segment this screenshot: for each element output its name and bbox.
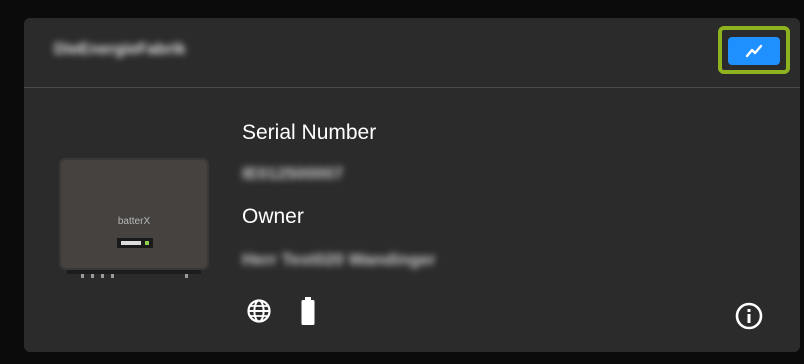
- owner-value: Herr Test020 Wandinger: [242, 250, 436, 269]
- info-icon[interactable]: [734, 301, 764, 331]
- inverter-image: batterX: [57, 158, 211, 280]
- device-brand: batterX: [118, 216, 151, 227]
- card-header: DieEnergieFabrik: [24, 18, 800, 88]
- battery-icon: [301, 297, 315, 325]
- chart-button[interactable]: [728, 37, 780, 65]
- chart-icon: [745, 44, 763, 58]
- station-card: DieEnergieFabrik batterX Serial Number I…: [24, 18, 800, 352]
- serial-number-label: Serial Number: [242, 121, 377, 144]
- serial-number-value: IE012500007: [242, 164, 344, 183]
- owner-label: Owner: [242, 205, 304, 228]
- station-name[interactable]: DieEnergieFabrik: [54, 41, 186, 59]
- globe-icon: [247, 299, 271, 323]
- highlight-frame: [718, 26, 790, 74]
